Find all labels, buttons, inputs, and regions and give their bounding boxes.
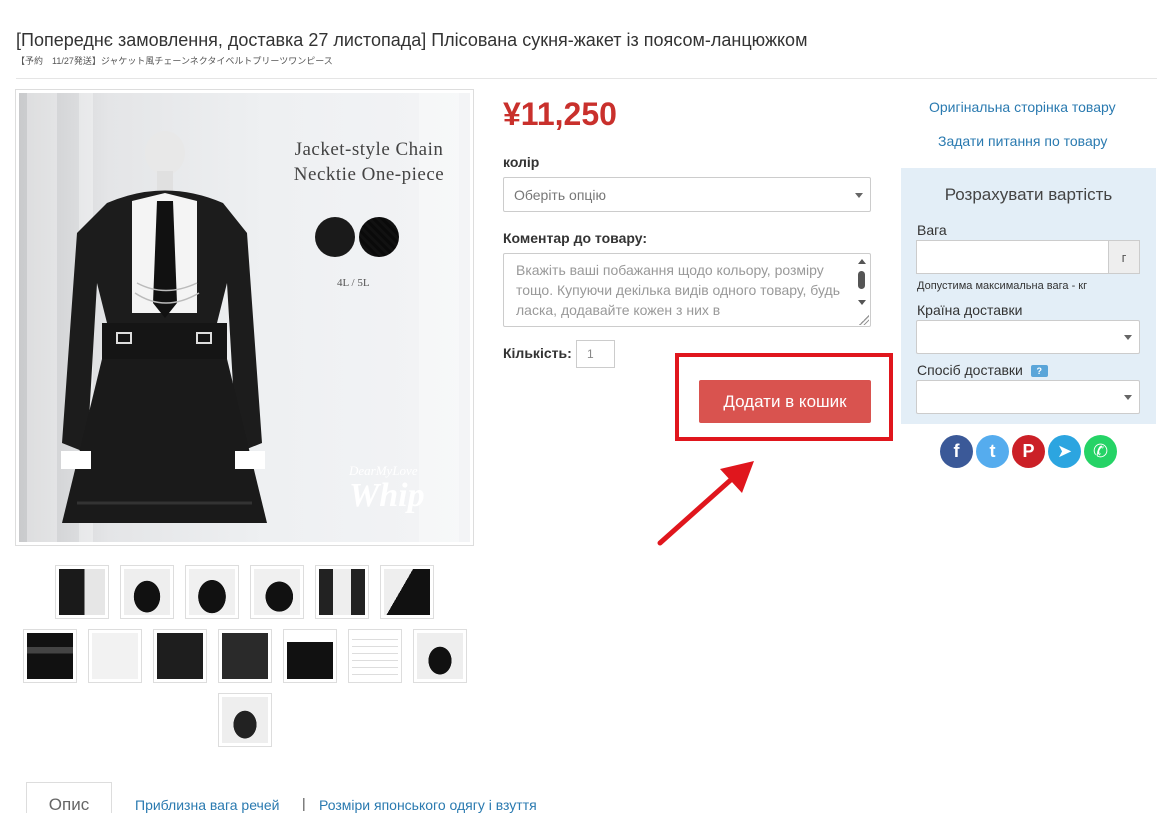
thumbnail[interactable] — [380, 565, 434, 619]
product-price: ¥11,250 — [503, 96, 617, 132]
comment-textarea[interactable]: Вкажіть ваші побажання щодо кольору, роз… — [503, 253, 871, 327]
chevron-down-icon — [1124, 395, 1132, 400]
help-icon[interactable]: ? — [1030, 365, 1048, 378]
color-swatch-black — [315, 217, 355, 257]
thumbnail[interactable] — [152, 629, 207, 683]
thumbnail[interactable] — [315, 565, 369, 619]
tab-description[interactable]: Опис — [26, 782, 112, 813]
thumbnail-gallery — [15, 565, 474, 757]
comment-placeholder: Вкажіть ваші побажання щодо кольору, роз… — [516, 262, 840, 318]
calculator-title: Розрахувати вартість — [944, 185, 1113, 204]
thumbnail[interactable] — [217, 629, 272, 683]
original-page-link[interactable]: Оригінальна сторінка товару — [929, 99, 1116, 115]
weight-hint: Допустима максимальна вага - кг — [917, 280, 1088, 292]
main-product-image[interactable]: Jacket-style Chain Necktie One-piece 4L … — [15, 89, 474, 546]
facebook-icon[interactable]: f — [940, 435, 973, 468]
telegram-icon[interactable]: ➤ — [1048, 435, 1081, 468]
tab-weight-link[interactable]: Приблизна вага речей — [135, 797, 279, 813]
title-divider — [16, 78, 1157, 79]
cost-calculator-panel: Розрахувати вартість Вага г Допустима ма… — [901, 168, 1156, 424]
comment-scrollbar[interactable] — [856, 256, 868, 324]
shipping-method-select[interactable] — [916, 380, 1140, 414]
thumbnail[interactable] — [87, 629, 142, 683]
product-title: [Попереднє замовлення, доставка 27 листо… — [16, 30, 808, 50]
thumbnail[interactable] — [250, 565, 304, 619]
weight-unit: г — [1108, 240, 1140, 274]
country-label: Країна доставки — [917, 302, 1023, 318]
tab-separator: | — [302, 795, 306, 811]
add-to-cart-button[interactable]: Додати в кошик — [699, 380, 871, 423]
image-sizes: 4L / 5L — [337, 277, 370, 289]
ask-question-link[interactable]: Задати питання по товару — [938, 133, 1107, 149]
scroll-thumb[interactable] — [858, 271, 865, 289]
resize-grip-icon[interactable] — [859, 315, 869, 325]
thumbnail[interactable] — [347, 629, 402, 683]
color-swatch-plaid — [359, 217, 399, 257]
weight-label: Вага — [917, 222, 947, 238]
comment-label: Коментар до товару: — [503, 230, 647, 246]
social-share-buttons: f t P ➤ ✆ — [940, 435, 1117, 468]
quantity-label: Кількість: — [503, 345, 572, 361]
whatsapp-icon[interactable]: ✆ — [1084, 435, 1117, 468]
scroll-down-icon[interactable] — [858, 300, 866, 305]
country-select[interactable] — [916, 320, 1140, 354]
scroll-up-icon[interactable] — [858, 259, 866, 264]
weight-input[interactable] — [916, 240, 1109, 274]
annotation-arrow-icon — [657, 461, 754, 546]
method-label: Спосіб доставки — [917, 362, 1023, 378]
product-subtitle: 【予約 11/27発送】ジャケット風チェーンネクタイベルトプリーツワンピース — [16, 56, 333, 66]
method-label-wrap: Спосіб доставки ? — [917, 362, 1048, 378]
twitter-icon[interactable]: t — [976, 435, 1009, 468]
thumbnail[interactable] — [55, 565, 109, 619]
color-select-value: Оберіть опцію — [514, 186, 607, 203]
thumbnail[interactable] — [120, 565, 174, 619]
thumbnail[interactable] — [185, 565, 239, 619]
dress-illustration — [61, 131, 267, 523]
tab-sizes-link[interactable]: Розміри японського одягу і взуття — [319, 797, 537, 813]
image-brand-logo: Whip — [349, 477, 425, 514]
thumbnail[interactable] — [412, 629, 467, 683]
thumbnail[interactable] — [217, 693, 272, 747]
thumbnail[interactable] — [282, 629, 337, 683]
quantity-input[interactable]: 1 — [576, 340, 615, 368]
image-headline: Jacket-style Chain Necktie One-piece — [293, 139, 445, 185]
color-select[interactable]: Оберіть опцію — [503, 177, 871, 212]
thumbnail[interactable] — [22, 629, 77, 683]
pinterest-icon[interactable]: P — [1012, 435, 1045, 468]
chevron-down-icon — [855, 192, 863, 198]
chevron-down-icon — [1124, 335, 1132, 340]
color-label: колір — [503, 154, 540, 170]
